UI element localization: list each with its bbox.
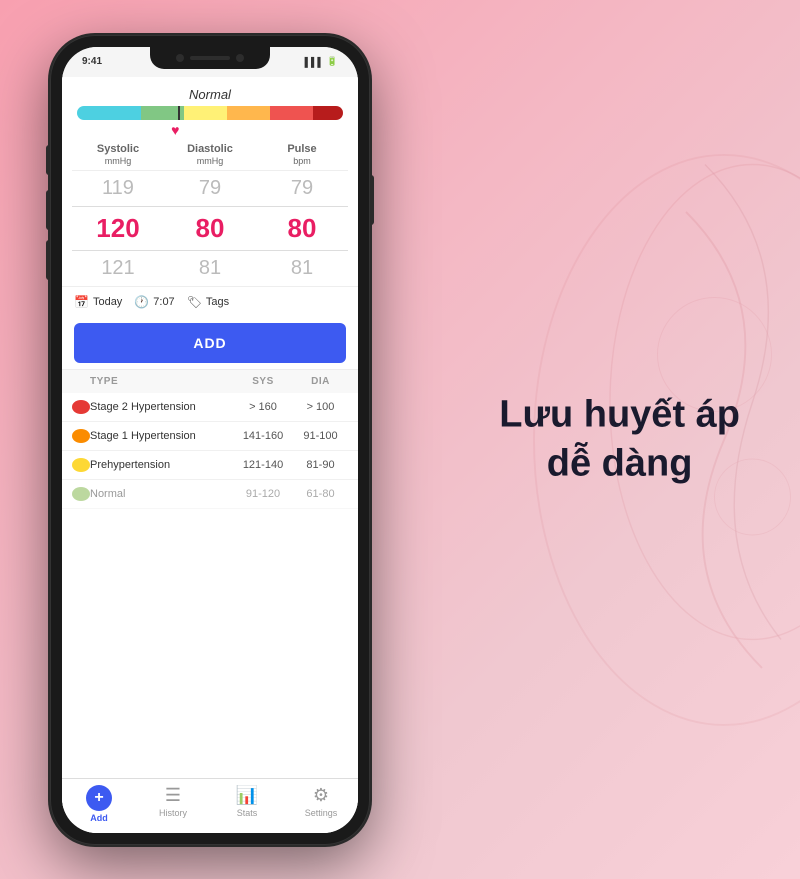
bp-sys-0: > 160 [233, 401, 293, 413]
picker-header-pulse: Pulse bpm [256, 143, 348, 167]
nav-item-settings[interactable]: ⚙ Settings [284, 785, 358, 823]
bp-type-name-2: Prehypertension [90, 459, 233, 471]
gauge-bar [77, 106, 343, 120]
nav-label-stats: Stats [237, 808, 258, 818]
picker-header-systolic: Systolic mmHg [72, 143, 164, 167]
bp-row-0: Stage 2 Hypertension > 160 > 100 [62, 393, 358, 422]
bp-row-1: Stage 1 Hypertension 141-160 91-100 [62, 422, 358, 451]
stats-icon: 📊 [236, 785, 258, 806]
volume-down-button [46, 240, 50, 280]
power-button [370, 175, 374, 225]
sensor-dot [236, 54, 244, 62]
bp-th-sys: SYS [233, 376, 293, 387]
bp-dia-2: 81-90 [293, 459, 348, 471]
add-button[interactable]: ADD [74, 323, 346, 363]
picker-rows: 119 79 79 120 80 80 121 81 81 [72, 171, 348, 286]
bp-th-dia: DIA [293, 376, 348, 387]
bp-rows-container: Stage 2 Hypertension > 160 > 100 Stage 1… [62, 393, 358, 509]
gauge-indicator [178, 106, 180, 120]
nav-item-history[interactable]: ☰ History [136, 785, 210, 823]
picker-row-2[interactable]: 120 80 80 [72, 206, 348, 251]
mute-button [46, 145, 50, 175]
picker-cell-pul-1: 79 [256, 173, 348, 204]
meta-row: 📅 Today 🕐 7:07 🏷 Tags [62, 286, 358, 317]
volume-up-button [46, 190, 50, 230]
bp-row-2: Prehypertension 121-140 81-90 [62, 451, 358, 480]
bp-table-header: TYPE SYS DIA [62, 370, 358, 393]
bp-dot-3 [72, 487, 90, 501]
gauge-label: Normal [77, 87, 343, 102]
bp-row-3: Normal 91-120 61-80 [62, 480, 358, 509]
history-icon: ☰ [165, 785, 181, 806]
app-content: Normal ♥ Systolic mmHg [62, 77, 358, 833]
status-time: 9:41 [82, 56, 102, 67]
meta-date[interactable]: 📅 Today [74, 295, 122, 309]
picker-row-3: 121 81 81 [72, 251, 348, 286]
status-icons: ▌▌▌ 🔋 [305, 56, 338, 67]
battery-icon: 🔋 [327, 56, 338, 67]
picker-cell-pul-2: 80 [256, 209, 348, 248]
tag-icon: 🏷 [187, 295, 202, 309]
promo-line1: Lưu huyết áp [499, 390, 740, 439]
bp-dia-3: 61-80 [293, 488, 348, 500]
picker-cell-dia-1: 79 [164, 173, 256, 204]
gauge-seg-red-dark [313, 106, 343, 120]
picker-headers: Systolic mmHg Diastolic mmHg Pulse bpm [72, 143, 348, 172]
nav-label-add: Add [90, 813, 108, 823]
bp-dot-0 [72, 400, 90, 414]
bp-dot-1 [72, 429, 90, 443]
gauge-seg-blue [77, 106, 141, 120]
nav-label-settings: Settings [305, 808, 338, 818]
number-picker[interactable]: Systolic mmHg Diastolic mmHg Pulse bpm [62, 143, 358, 287]
bp-dot-2 [72, 458, 90, 472]
phone-notch [150, 47, 270, 69]
bp-table: TYPE SYS DIA Stage 2 Hypertension > 160 … [62, 369, 358, 777]
bp-sys-1: 141-160 [233, 430, 293, 442]
bp-type-name-3: Normal [90, 488, 233, 500]
picker-cell-dia-2: 80 [164, 209, 256, 248]
picker-cell-sys-2: 120 [72, 209, 164, 248]
gauge-seg-orange [227, 106, 270, 120]
bp-type-name-0: Stage 2 Hypertension [90, 401, 233, 413]
bp-th-dot [72, 376, 90, 387]
time-label: 7:07 [153, 296, 174, 308]
heart-icon: ♥ [77, 122, 343, 138]
bp-dia-1: 91-100 [293, 430, 348, 442]
date-label: Today [93, 296, 122, 308]
meta-time[interactable]: 🕐 7:07 [134, 295, 174, 309]
picker-row-1: 119 79 79 [72, 171, 348, 206]
nav-item-stats[interactable]: 📊 Stats [210, 785, 284, 823]
gauge-seg-yellow [184, 106, 227, 120]
bp-th-type: TYPE [90, 376, 233, 387]
nav-item-add[interactable]: + Add [62, 785, 136, 823]
bp-dia-0: > 100 [293, 401, 348, 413]
gauge-seg-red-light [270, 106, 313, 120]
bp-sys-3: 91-120 [233, 488, 293, 500]
calendar-icon: 📅 [74, 295, 89, 309]
bp-sys-2: 121-140 [233, 459, 293, 471]
picker-cell-dia-3: 81 [164, 253, 256, 284]
speaker-bar [190, 56, 230, 60]
settings-icon: ⚙ [313, 785, 329, 806]
bp-gauge-section: Normal ♥ [62, 77, 358, 143]
clock-icon: 🕐 [134, 295, 149, 309]
promo-text: Lưu huyết áp dễ dàng [499, 390, 740, 489]
nav-label-history: History [159, 808, 187, 818]
bp-type-name-1: Stage 1 Hypertension [90, 430, 233, 442]
picker-cell-pul-3: 81 [256, 253, 348, 284]
phone-frame: 9:41 ▌▌▌ 🔋 Normal ♥ [50, 35, 370, 845]
camera-dot [176, 54, 184, 62]
tags-label: Tags [206, 296, 229, 308]
picker-header-diastolic: Diastolic mmHg [164, 143, 256, 167]
picker-cell-sys-1: 119 [72, 173, 164, 204]
promo-line2: dễ dàng [499, 440, 740, 489]
bottom-nav: + Add ☰ History 📊 Stats ⚙ Settings [62, 778, 358, 833]
meta-tags[interactable]: 🏷 Tags [187, 295, 229, 309]
picker-cell-sys-3: 121 [72, 253, 164, 284]
add-nav-icon: + [86, 785, 112, 811]
phone-screen: 9:41 ▌▌▌ 🔋 Normal ♥ [62, 47, 358, 833]
signal-icon: ▌▌▌ [305, 57, 324, 67]
